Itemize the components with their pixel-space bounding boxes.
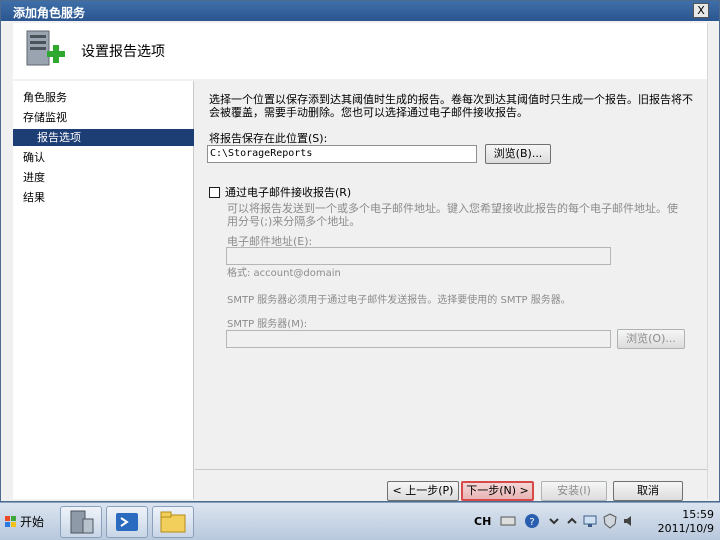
keyboard-icon[interactable] bbox=[500, 513, 516, 529]
title-bar[interactable]: 添加角色服务 X bbox=[1, 1, 719, 21]
help-icon[interactable]: ? bbox=[524, 513, 540, 529]
add-role-services-window: 添加角色服务 X 设置报告选项 角色服务 存储监视 报告选项 确认 进度 结果 … bbox=[0, 0, 720, 502]
taskbar: 开始 CH ? 15:59 2011/10/9 bbox=[0, 502, 720, 540]
smtp-server-input[interactable] bbox=[226, 330, 611, 348]
windows-flag-icon bbox=[5, 516, 16, 527]
email-description: 可以将报告发送到一个或多个电子邮件地址。键入您希望接收此报告的每个电子邮件地址。… bbox=[227, 202, 678, 228]
wizard-steps: 角色服务 存储监视 报告选项 确认 进度 结果 bbox=[13, 81, 194, 499]
powershell-icon bbox=[116, 513, 138, 531]
security-icon[interactable] bbox=[602, 513, 618, 529]
window-edge bbox=[707, 23, 719, 499]
content-pane: 选择一个位置以保存添到达其阈值时生成的报告。卷每次到达其阈值时只生成一个报告。旧… bbox=[195, 81, 707, 469]
email-report-label[interactable]: 通过电子邮件接收报告(R) bbox=[225, 186, 351, 199]
window-title: 添加角色服务 bbox=[13, 6, 86, 20]
system-tray: CH ? 15:59 2011/10/9 bbox=[468, 506, 720, 538]
step-confirm[interactable]: 确认 bbox=[13, 149, 194, 166]
server-manager-icon bbox=[70, 510, 94, 534]
volume-icon[interactable] bbox=[622, 513, 638, 529]
wizard-header: 设置报告选项 bbox=[13, 23, 707, 79]
description-text: 选择一个位置以保存添到达其阈值时生成的报告。卷每次到达其阈值时只生成一个报告。旧… bbox=[209, 93, 693, 119]
step-role-services[interactable]: 角色服务 bbox=[13, 89, 194, 106]
taskbar-explorer[interactable] bbox=[152, 506, 194, 538]
step-progress[interactable]: 进度 bbox=[13, 169, 194, 186]
format-hint: 格式: account@domain bbox=[227, 268, 341, 279]
next-button[interactable]: 下一步(N) > bbox=[461, 481, 534, 501]
step-storage-monitoring[interactable]: 存储监视 bbox=[13, 109, 194, 126]
start-button[interactable]: 开始 bbox=[2, 511, 46, 533]
svg-text:?: ? bbox=[529, 517, 534, 528]
save-location-input[interactable]: C:\StorageReports bbox=[207, 145, 477, 163]
server-icon bbox=[26, 30, 65, 66]
email-report-checkbox[interactable] bbox=[209, 187, 220, 198]
install-button[interactable]: 安装(I) bbox=[541, 481, 607, 501]
taskbar-powershell[interactable] bbox=[106, 506, 148, 538]
step-report-options[interactable]: 报告选项 bbox=[13, 129, 194, 146]
browse-button[interactable]: 浏览(B)... bbox=[485, 144, 551, 164]
smtp-browse-button[interactable]: 浏览(O)... bbox=[617, 329, 685, 349]
smtp-description: SMTP 服务器必须用于通过电子邮件发送报告。选择要使用的 SMTP 服务器。 bbox=[227, 295, 571, 306]
previous-button[interactable]: < 上一步(P) bbox=[387, 481, 459, 501]
page-title: 设置报告选项 bbox=[81, 44, 165, 60]
clock-time: 15:59 bbox=[682, 508, 714, 521]
network-icon[interactable] bbox=[582, 513, 598, 529]
expand-tray-icon[interactable] bbox=[564, 513, 580, 529]
start-label: 开始 bbox=[20, 515, 45, 529]
language-indicator[interactable]: CH bbox=[474, 515, 491, 528]
footer-divider bbox=[195, 469, 707, 470]
clock-date: 2011/10/9 bbox=[657, 522, 714, 535]
clock[interactable]: 15:59 2011/10/9 bbox=[658, 508, 714, 536]
options-icon[interactable] bbox=[546, 513, 562, 529]
email-address-input[interactable] bbox=[226, 247, 611, 265]
close-button[interactable]: X bbox=[693, 3, 709, 18]
cancel-button[interactable]: 取消 bbox=[613, 481, 683, 501]
step-results[interactable]: 结果 bbox=[13, 189, 194, 206]
folder-icon bbox=[160, 511, 186, 533]
save-location-label: 将报告保存在此位置(S): bbox=[209, 132, 328, 145]
taskbar-server-manager[interactable] bbox=[60, 506, 102, 538]
